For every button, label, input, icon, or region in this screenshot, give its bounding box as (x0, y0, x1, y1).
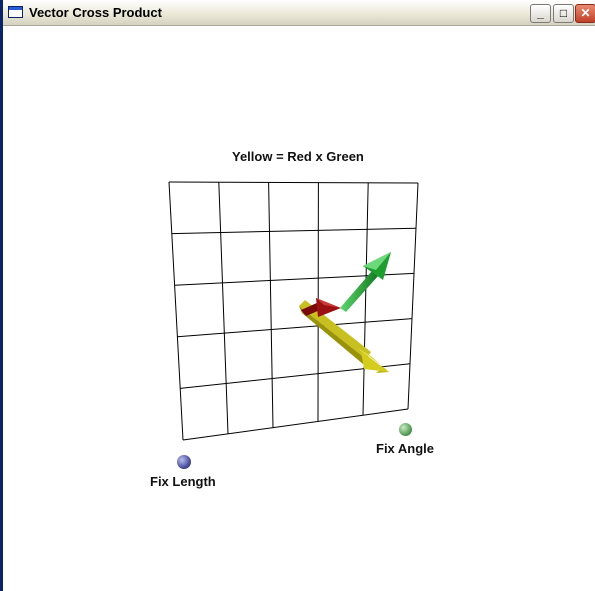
grid-row-line (182, 408, 409, 441)
grid-col-line (218, 182, 229, 434)
grid-col-line (268, 182, 274, 428)
title-bar[interactable]: Vector Cross Product _ □ ✕ (3, 0, 595, 26)
3d-viewport[interactable]: Yellow = Red x Green Fix Length Fix Angl… (6, 26, 595, 591)
window-title: Vector Cross Product (29, 5, 162, 20)
grid-row-line (171, 227, 417, 235)
fix-angle-handle[interactable] (399, 423, 412, 436)
vector-scene[interactable] (6, 26, 595, 591)
plane-grid (168, 181, 419, 441)
grid-col-line (168, 181, 184, 441)
fix-length-label: Fix Length (150, 474, 216, 489)
grid-col-line (362, 182, 369, 416)
app-window: Vector Cross Product _ □ ✕ Yellow = Red … (0, 0, 595, 591)
red-vector-arrow (301, 298, 341, 317)
window-app-icon[interactable] (8, 6, 23, 18)
fix-angle-label: Fix Angle (376, 441, 435, 456)
grid-row-line (177, 318, 413, 338)
grid-col-line (407, 182, 419, 410)
close-button[interactable]: ✕ (575, 4, 595, 23)
minimize-button[interactable]: _ (530, 4, 551, 23)
fix-length-handle[interactable] (177, 455, 191, 469)
scene-heading: Yellow = Red x Green (232, 149, 364, 164)
maximize-button[interactable]: □ (553, 4, 574, 23)
grid-row-line (168, 181, 419, 184)
